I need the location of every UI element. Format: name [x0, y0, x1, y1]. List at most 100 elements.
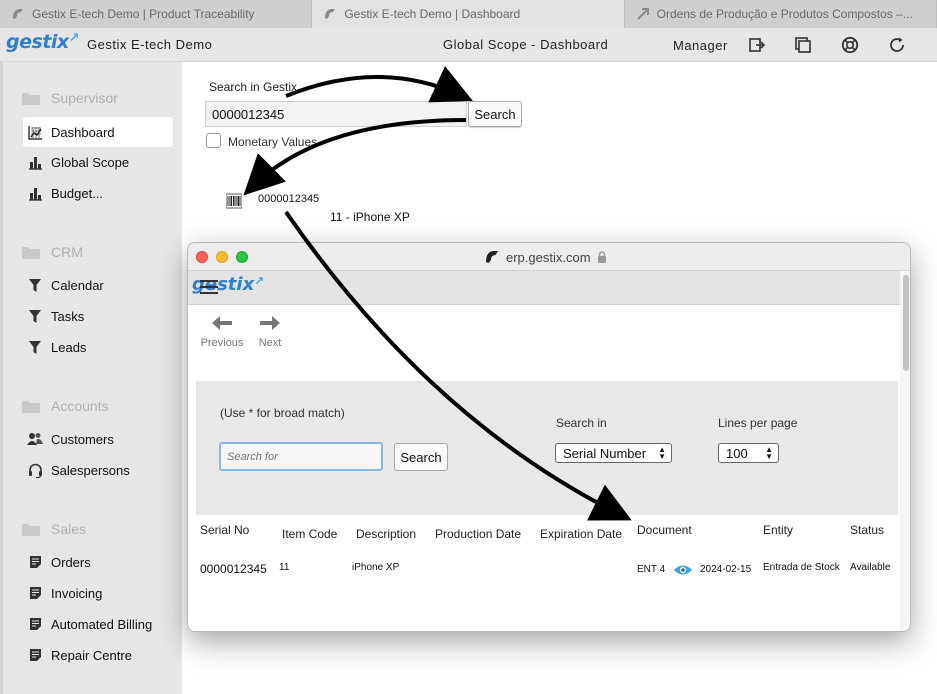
minimize-window-button[interactable]	[216, 251, 228, 263]
previous-button[interactable]: Previous	[200, 315, 244, 349]
result-item[interactable]: 11 - iPhone XP	[330, 210, 410, 224]
hamburger-menu-icon[interactable]	[200, 280, 218, 294]
folder-icon	[22, 247, 40, 259]
scrollbar-thumb[interactable]	[903, 275, 909, 371]
sidebar-item-budget[interactable]: Budget...	[23, 178, 173, 208]
bar-chart-icon	[27, 154, 43, 170]
sidebar-item-customers[interactable]: Customers	[23, 424, 173, 454]
logout-icon[interactable]	[747, 35, 767, 55]
app-header: gestix↗ Gestix E-tech Demo Global Scope …	[0, 28, 937, 62]
sidebar-item-label: Calendar	[51, 277, 104, 293]
gestix-favicon-icon	[486, 251, 498, 263]
document-icon	[27, 647, 43, 663]
col-serial-no[interactable]: Serial No	[200, 523, 249, 537]
folder-icon	[22, 401, 40, 413]
popup-search-button[interactable]: Search	[394, 443, 448, 471]
serial-search-input[interactable]	[219, 442, 383, 471]
tab-title: Gestix E-tech Demo | Product Traceabilit…	[32, 7, 255, 21]
company-name: Gestix E-tech Demo	[87, 37, 213, 52]
search-button[interactable]: Search	[468, 101, 522, 127]
search-in-select[interactable]: Serial Number ▲ ▼	[555, 443, 672, 463]
sidebar-item-label: Budget...	[51, 185, 104, 201]
search-input[interactable]	[205, 101, 467, 127]
cell-item-code: 11	[279, 562, 290, 573]
sidebar-item-repair-centre[interactable]: Repair Centre	[23, 640, 173, 670]
search-in-value: Serial Number	[563, 445, 647, 461]
user-role[interactable]: Manager	[673, 38, 728, 53]
tab-title: Gestix E-tech Demo | Dashboard	[344, 7, 521, 21]
sidebar-section-supervisor[interactable]: Supervisor	[21, 90, 118, 106]
col-status[interactable]: Status	[850, 523, 884, 537]
popup-scrollbar[interactable]	[900, 271, 910, 631]
lock-icon	[597, 251, 606, 263]
folder-icon	[22, 524, 40, 536]
select-arrows-icon: ▲ ▼	[765, 445, 773, 461]
sidebar-section-accounts[interactable]: Accounts	[21, 398, 109, 414]
monetary-values-checkbox[interactable]	[206, 133, 221, 148]
arrow-button-to-result	[243, 118, 467, 196]
select-arrows-icon: ▲ ▼	[658, 445, 666, 461]
browser-tab-product-traceability[interactable]: Gestix E-tech Demo | Product Traceabilit…	[0, 0, 313, 28]
cell-description: iPhone XP	[352, 562, 400, 573]
col-entity[interactable]: Entity	[763, 523, 793, 537]
cell-document[interactable]: ENT 4	[637, 564, 665, 575]
sidebar-item-automated-billing[interactable]: Automated Billing	[23, 609, 173, 639]
col-item-code[interactable]: Item Code	[282, 527, 337, 541]
sidebar-item-leads[interactable]: Leads	[23, 332, 173, 362]
logo-swoosh-icon: ↗	[68, 31, 80, 46]
sidebar-item-calendar[interactable]: Calendar	[23, 270, 173, 300]
col-document[interactable]: Document	[637, 523, 692, 537]
windows-icon[interactable]	[793, 35, 813, 55]
document-icon	[27, 585, 43, 601]
logo-swoosh-icon: ↗	[254, 274, 265, 288]
cell-entity: Entrada de Stock	[763, 562, 840, 573]
section-label: CRM	[51, 244, 83, 260]
sidebar-item-global-scope[interactable]: Global Scope	[23, 147, 173, 177]
folder-icon	[22, 93, 40, 105]
sidebar-item-invoicing[interactable]: Invoicing	[23, 578, 173, 608]
funnel-icon	[27, 308, 43, 324]
sidebar-section-crm[interactable]: CRM	[21, 244, 83, 260]
zoom-window-button[interactable]	[236, 251, 248, 263]
view-document-eye-icon[interactable]	[673, 563, 693, 577]
browser-tab-dashboard[interactable]: Gestix E-tech Demo | Dashboard	[312, 0, 625, 28]
sidebar-item-label: Salespersons	[51, 462, 130, 478]
popup-window: erp.gestix.com gestix↗ Previous Next (Us…	[187, 242, 911, 632]
section-label: Sales	[51, 521, 87, 537]
sidebar-item-label: Dashboard	[51, 124, 115, 140]
bar-chart-icon	[27, 185, 43, 201]
close-window-button[interactable]	[196, 251, 208, 263]
gestix-favicon-icon	[322, 6, 338, 22]
help-lifebuoy-icon[interactable]	[840, 35, 860, 55]
sidebar-item-tasks[interactable]: Tasks	[23, 301, 173, 331]
dashboard-icon	[27, 124, 43, 140]
document-icon	[27, 554, 43, 570]
col-expiration-date[interactable]: Expiration Date	[540, 527, 622, 541]
gestix-logo[interactable]: gestix↗	[6, 31, 80, 53]
table-row[interactable]: 0000012345 11 iPhone XP ENT 4 2024-02-15…	[188, 555, 900, 585]
sidebar-item-orders[interactable]: Orders	[23, 547, 173, 577]
section-label: Accounts	[51, 398, 109, 414]
cell-document-date: 2024-02-15	[700, 564, 752, 575]
sidebar-section-sales[interactable]: Sales	[21, 521, 86, 537]
gestix-favicon-icon	[10, 6, 26, 22]
col-description[interactable]: Description	[356, 527, 416, 541]
popup-url-bar: erp.gestix.com	[484, 249, 607, 265]
popup-url: erp.gestix.com	[506, 249, 591, 265]
arrow-search-value-to-button	[285, 66, 473, 103]
barcode-icon[interactable]	[226, 193, 242, 209]
external-site-favicon-icon	[635, 6, 651, 22]
result-serial[interactable]: 0000012345	[258, 193, 319, 205]
sidebar-item-salespersons[interactable]: Salespersons	[23, 455, 173, 485]
lines-per-page-select[interactable]: 100 ▲ ▼	[718, 443, 779, 463]
filter-panel: (Use * for broad match) Search Search in…	[196, 381, 898, 515]
col-production-date[interactable]: Production Date	[435, 527, 521, 541]
next-button[interactable]: Next	[248, 315, 292, 349]
refresh-icon[interactable]	[887, 35, 907, 55]
cell-status: Available	[850, 562, 891, 573]
sidebar-item-label: Orders	[51, 554, 91, 570]
popup-header: gestix↗	[188, 271, 900, 305]
browser-tab-production-orders[interactable]: Ordens de Produção e Produtos Compostos …	[625, 0, 937, 28]
sidebar-item-dashboard[interactable]: Dashboard	[23, 117, 173, 147]
arrow-left-icon	[212, 316, 232, 330]
